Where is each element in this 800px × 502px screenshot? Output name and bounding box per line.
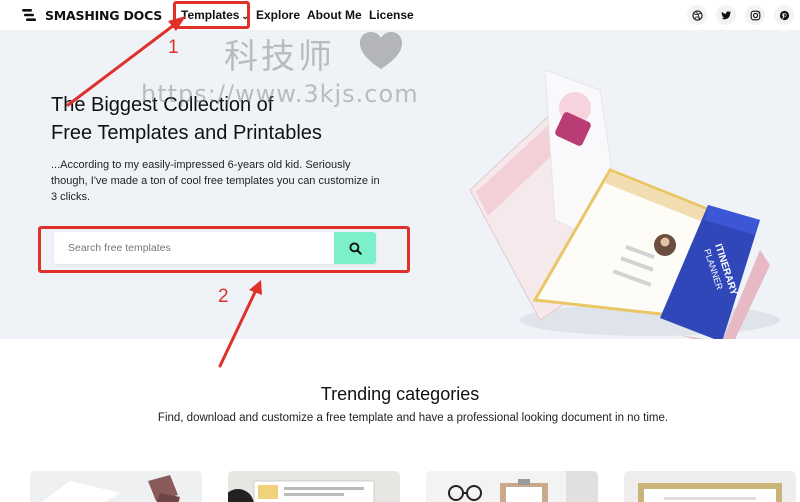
hero-section: The Biggest Collection of Free Templates… [0, 30, 800, 339]
nav-license[interactable]: License [369, 8, 414, 22]
category-card[interactable] [426, 471, 598, 502]
watermark-url: https://www.3kjs.com [141, 80, 419, 108]
annotation-box-1 [173, 1, 250, 29]
category-thumbnail [228, 471, 400, 502]
annotation-number-1: 1 [168, 37, 179, 58]
hero-title-line-2: Free Templates and Printables [51, 122, 322, 144]
brand-mark-icon [22, 9, 36, 21]
instagram-icon[interactable] [745, 5, 765, 25]
trending-title: Trending categories [320, 384, 480, 404]
hero-description: ...According to my easily-impressed 6-ye… [51, 159, 380, 203]
templates-illustration: ITINERARY PLANNER [469, 69, 780, 339]
category-card[interactable] [30, 471, 202, 502]
category-card[interactable] [228, 471, 400, 502]
social-links [687, 5, 794, 25]
heart-icon [360, 32, 402, 69]
brand-name: SMASHING DOCS [45, 7, 163, 23]
category-thumbnail [624, 471, 796, 502]
dribbble-icon[interactable] [687, 5, 707, 25]
twitter-icon[interactable] [716, 5, 736, 25]
annotation-number-2: 2 [218, 286, 229, 307]
category-card[interactable] [624, 471, 796, 502]
brand-logo[interactable]: SMASHING DOCS [21, 6, 162, 24]
trending-subtitle: Find, download and customize a free temp… [157, 412, 669, 424]
pinterest-icon[interactable] [774, 5, 794, 25]
annotation-box-2 [38, 226, 410, 273]
category-thumbnail [426, 471, 598, 502]
category-thumbnail [30, 471, 202, 502]
top-nav: SMASHING DOCS Templates ⌄ Explore About M… [0, 0, 800, 30]
nav-about-me[interactable]: About Me [307, 8, 369, 22]
watermark-chinese: 科技师 [224, 37, 335, 77]
nav-explore[interactable]: Explore [256, 8, 307, 22]
